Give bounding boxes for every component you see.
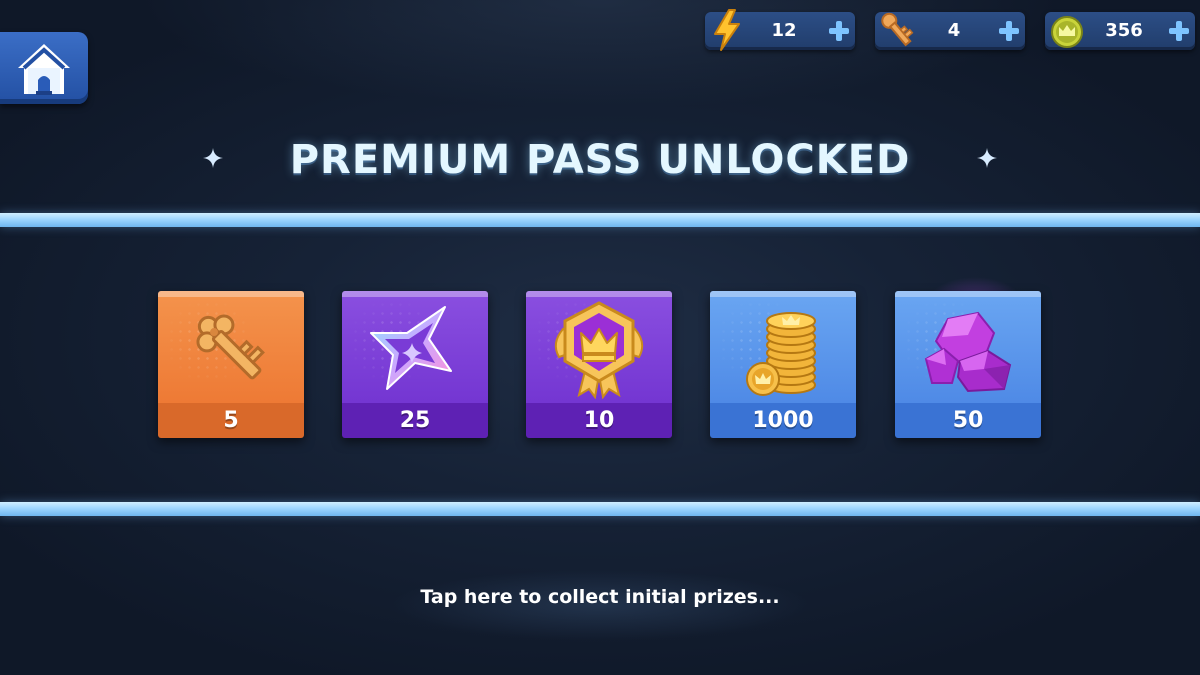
house-icon <box>18 44 70 95</box>
reward-amount: 5 <box>158 403 304 438</box>
reward-card-gems[interactable]: 50 <box>895 291 1041 438</box>
shuriken-star-icon <box>370 306 452 390</box>
reward-amount: 25 <box>342 403 488 438</box>
coin-stack-icon <box>746 312 816 396</box>
add-energy-button[interactable] <box>829 21 849 41</box>
crown-badge-icon <box>554 301 644 399</box>
reward-amount: 50 <box>895 403 1041 438</box>
energy-value: 12 <box>771 20 797 41</box>
reward-card-coins[interactable]: 1000 <box>710 291 856 438</box>
reward-card-stars[interactable]: 25 <box>342 291 488 438</box>
keys-value: 4 <box>947 20 961 41</box>
lightning-bolt-icon <box>714 9 740 51</box>
add-coins-button[interactable] <box>1169 21 1189 41</box>
key-icon <box>196 314 265 380</box>
reward-card-keys[interactable]: 5 <box>158 291 304 438</box>
key-icon <box>881 12 914 47</box>
reward-amount: 1000 <box>710 403 856 438</box>
gems-icon <box>924 311 1012 393</box>
collect-prizes-prompt[interactable]: Tap here to collect initial prizes... <box>300 582 900 612</box>
keys-counter: 4 <box>875 12 1025 50</box>
divider-bar-top <box>0 213 1200 227</box>
add-keys-button[interactable] <box>999 21 1019 41</box>
reward-amount: 10 <box>526 403 672 438</box>
divider-bar-bottom <box>0 502 1200 516</box>
coins-counter: 356 <box>1045 12 1195 50</box>
sparkle-icon <box>977 148 997 168</box>
coins-value: 356 <box>1105 20 1143 41</box>
reward-card-crown-badge[interactable]: 10 <box>526 291 672 438</box>
page-title: PREMIUM PASS UNLOCKED <box>289 137 911 183</box>
home-button[interactable] <box>0 32 88 104</box>
crown-coin-icon <box>1051 16 1083 48</box>
energy-counter: 12 <box>705 9 855 51</box>
